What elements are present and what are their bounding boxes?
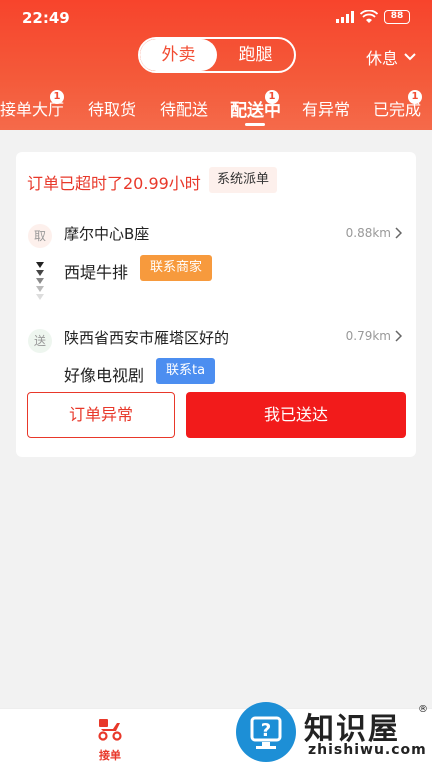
- status-time: 22:49: [22, 9, 70, 27]
- order-exception-button[interactable]: 订单异常: [27, 392, 175, 438]
- tab-exception[interactable]: 有异常: [302, 96, 350, 120]
- segment-takeout[interactable]: 外卖: [140, 39, 217, 71]
- watermark-url: zhishiwu.com: [308, 742, 427, 758]
- merchant-name: 西堤牛排: [64, 263, 129, 282]
- status-icons: 88: [336, 10, 410, 24]
- segment-errand[interactable]: 跑腿: [217, 39, 294, 71]
- pickup-distance[interactable]: 0.88km: [346, 226, 402, 240]
- delivery-distance-value: 0.79km: [345, 329, 391, 343]
- nav-take-orders[interactable]: 接单: [90, 717, 130, 763]
- wifi-icon: [360, 10, 378, 23]
- delivered-button[interactable]: 我已送达: [186, 392, 406, 438]
- chevron-right-icon: [395, 330, 402, 342]
- status-bar: 22:49 88: [0, 0, 432, 36]
- watermark: ? 知识屋 ® zhishiwu.com: [232, 700, 432, 768]
- delivery-address: 陕西省西安市雁塔区好的: [64, 329, 230, 347]
- svg-text:?: ?: [261, 720, 271, 741]
- pickup-distance-value: 0.88km: [345, 226, 391, 240]
- order-status-tabs: 接单大厅 1 待取货 待配送 配送中 1 有异常 已完成 1: [0, 90, 432, 130]
- chevron-down-icon: [404, 53, 416, 61]
- customer-name: 好像电视剧: [64, 366, 145, 385]
- service-type-toggle: 外卖 跑腿: [138, 37, 296, 73]
- active-tab-indicator: [245, 123, 265, 126]
- tab-badge: 1: [408, 90, 422, 104]
- tab-badge: 1: [265, 90, 279, 104]
- tab-badge: 1: [50, 90, 64, 104]
- route-connector: [36, 262, 44, 300]
- signal-icon: [336, 11, 354, 23]
- contact-customer-button[interactable]: 联系ta: [156, 358, 216, 384]
- contact-merchant-button[interactable]: 联系商家: [140, 255, 213, 281]
- rest-dropdown[interactable]: 休息: [366, 45, 416, 69]
- battery-icon: 88: [384, 10, 410, 24]
- overdue-notice: 订单已超时了20.99小时: [27, 174, 201, 193]
- order-card: 订单已超时了20.99小时 系统派单 取 摩尔中心B座 0.88km 西堤牛排 …: [16, 152, 416, 457]
- app-header: 22:49 88 外卖 跑腿 休息 接单大厅 1 待取货 待配送 配送中 1 有…: [0, 0, 432, 130]
- chevron-right-icon: [395, 227, 402, 239]
- delivery-marker: 送: [28, 329, 52, 353]
- help-monitor-icon: ?: [250, 716, 282, 749]
- scooter-icon: [98, 719, 122, 741]
- rest-label: 休息: [365, 49, 398, 68]
- tab-awaiting-delivery[interactable]: 待配送: [160, 96, 208, 120]
- watermark-logo: ?: [236, 702, 296, 762]
- pickup-marker: 取: [28, 224, 52, 248]
- delivery-distance[interactable]: 0.79km: [346, 329, 402, 343]
- watermark-registered: ®: [418, 704, 428, 715]
- pickup-address: 摩尔中心B座: [64, 225, 150, 243]
- nav-take-orders-label: 接单: [99, 749, 121, 762]
- tab-awaiting-pickup[interactable]: 待取货: [88, 96, 136, 120]
- dispatch-tag: 系统派单: [209, 167, 278, 193]
